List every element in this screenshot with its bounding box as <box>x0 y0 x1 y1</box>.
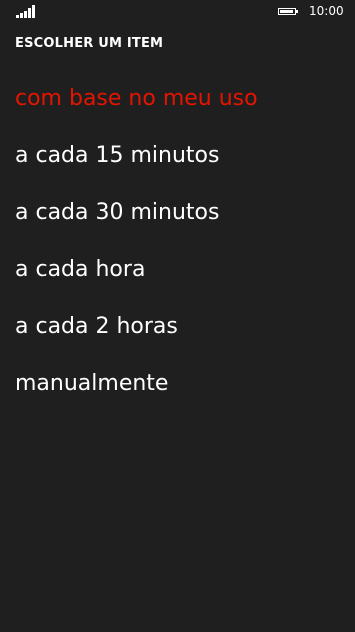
status-bar: 10:00 <box>0 0 355 26</box>
option-a-cada-15-minutos[interactable]: a cada 15 minutos <box>15 139 258 196</box>
option-a-cada-30-minutos[interactable]: a cada 30 minutos <box>15 196 258 253</box>
battery-icon <box>278 8 298 15</box>
option-a-cada-hora[interactable]: a cada hora <box>15 253 258 310</box>
option-list: com base no meu uso a cada 15 minutos a … <box>15 82 258 424</box>
page-title: ESCOLHER UM ITEM <box>15 36 164 51</box>
clock-time: 10:00 <box>309 4 344 18</box>
signal-strength-icon <box>16 5 38 18</box>
option-manualmente[interactable]: manualmente <box>15 367 258 424</box>
option-a-cada-2-horas[interactable]: a cada 2 horas <box>15 310 258 367</box>
option-com-base-no-meu-uso[interactable]: com base no meu uso <box>15 82 258 139</box>
